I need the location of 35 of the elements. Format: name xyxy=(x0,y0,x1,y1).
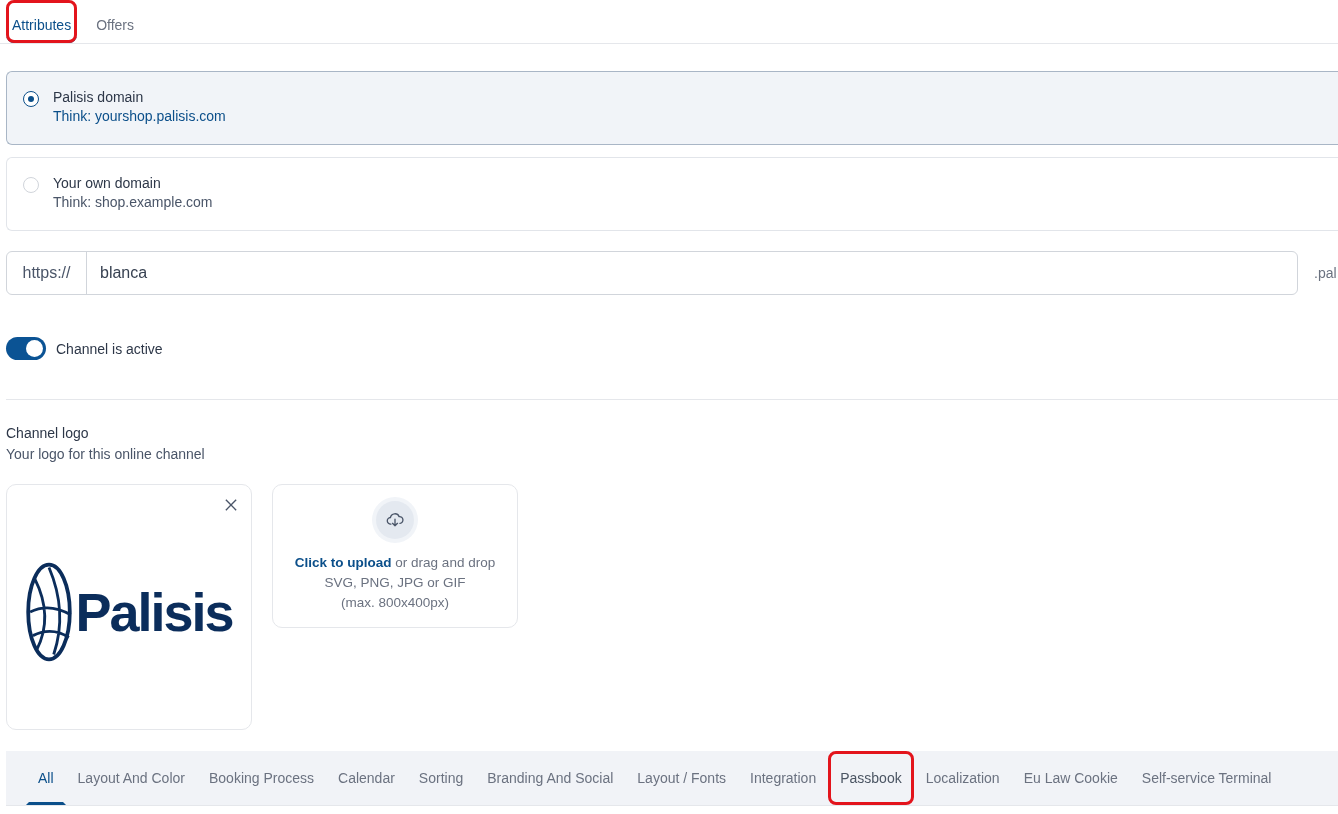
category-tab[interactable]: Localization xyxy=(913,751,1012,805)
upload-instructions: Click to upload or drag and drop SVG, PNG, JPG or GIF (max. 800x400px) xyxy=(293,554,497,612)
option-hint: Think: yourshop.palisis.com xyxy=(53,108,226,124)
upload-dropzone[interactable]: Click to upload or drag and drop SVG, PNG, JPG or GIF (max. 800x400px) xyxy=(272,484,518,628)
url-suffix: .pal xyxy=(1314,265,1337,281)
category-tab[interactable]: Layout / Fonts xyxy=(625,751,739,805)
radio-button[interactable] xyxy=(23,91,39,107)
option-title: Your own domain xyxy=(53,175,162,191)
toggle-label: Channel is active xyxy=(56,340,163,357)
upload-link[interactable]: Click to upload xyxy=(294,555,392,570)
url-prefix: https:// xyxy=(7,252,87,294)
close-icon[interactable] xyxy=(225,499,237,511)
category-tab[interactable]: Self-service Terminal xyxy=(1129,751,1284,805)
category-tab[interactable]: Passbook xyxy=(828,751,914,805)
option-hint: Think: shop.example.com xyxy=(53,194,213,210)
category-tab[interactable]: Booking Process xyxy=(196,751,327,805)
category-tab[interactable]: Calendar xyxy=(326,751,407,805)
url-field[interactable]: https:// blanca xyxy=(6,251,1298,295)
tab[interactable]: Offers xyxy=(92,0,138,43)
category-tab[interactable]: Integration xyxy=(738,751,829,805)
url-value: blanca xyxy=(99,263,148,283)
category-tab[interactable]: Branding And Social xyxy=(475,751,626,805)
logo-wordmark: Palisis xyxy=(75,581,233,643)
category-tab[interactable]: Layout And Color xyxy=(65,751,197,805)
option-title: Palisis domain xyxy=(53,89,145,105)
radio-card[interactable]: Your own domain Think: shop.example.com xyxy=(6,157,1338,231)
radio-card[interactable]: Palisis domain Think: yourshop.palisis.com xyxy=(6,71,1338,145)
section-subtitle: Your logo for this online channel xyxy=(6,446,206,462)
tab[interactable]: Attributes xyxy=(6,0,78,43)
section-title: Channel logo xyxy=(6,425,90,441)
globe-icon xyxy=(25,560,74,664)
category-tab[interactable]: Sorting xyxy=(406,751,476,805)
category-tab[interactable]: All xyxy=(26,751,66,805)
category-tab[interactable]: Eu Law Cookie xyxy=(1011,751,1130,805)
toggle-switch[interactable] xyxy=(6,337,46,360)
